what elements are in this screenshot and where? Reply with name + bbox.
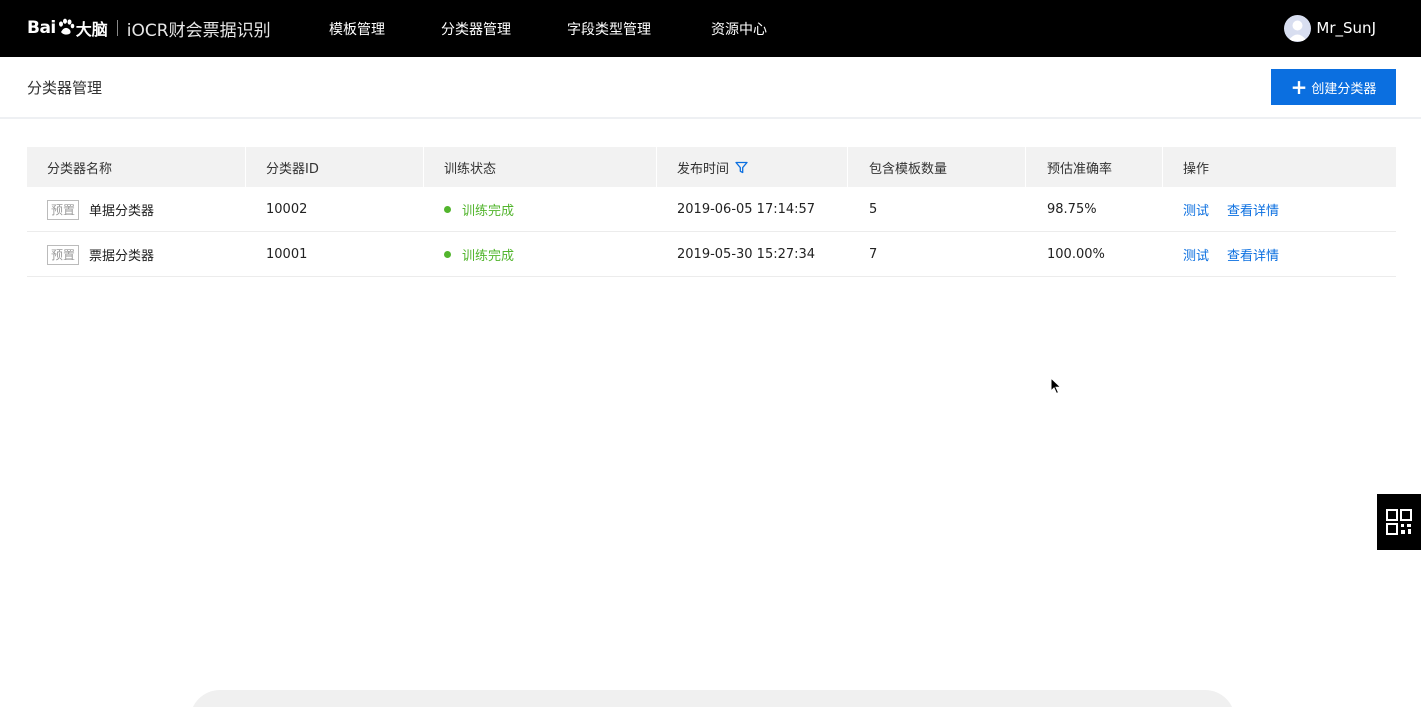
top-navbar: Bai 大脑 iOCR财会票据识别 模板管理 分类器管理 字段类型管理 资源中心…: [0, 0, 1421, 57]
cell-template-count: 5: [869, 202, 878, 217]
cell-status: 训练完成: [444, 232, 514, 277]
qr-code-icon: [1386, 509, 1412, 535]
bottom-panel: [190, 690, 1235, 707]
plus-icon: +: [1290, 75, 1308, 99]
create-classifier-button[interactable]: + 创建分类器: [1271, 69, 1396, 105]
nav-resource-center[interactable]: 资源中心: [711, 0, 767, 57]
cell-accuracy: 98.75%: [1047, 202, 1097, 217]
column-header-published-label: 发布时间: [677, 161, 730, 177]
page-header: 分类器管理 + 创建分类器: [0, 57, 1421, 119]
cell-status: 训练完成: [444, 187, 514, 232]
column-header-status: 训练状态: [444, 161, 497, 177]
column-divider: [656, 147, 657, 187]
cell-published: 2019-05-30 15:27:34: [677, 247, 816, 262]
preset-tag: 预置: [47, 199, 80, 220]
column-divider: [1025, 147, 1026, 187]
avatar: [1284, 14, 1312, 42]
classifier-name: 单据分类器: [89, 204, 155, 219]
status-text: 训练完成: [462, 249, 515, 264]
nav-template-management[interactable]: 模板管理: [329, 0, 385, 57]
cell-published: 2019-06-05 17:14:57: [677, 202, 816, 217]
user-name: Mr_SunJ: [1316, 19, 1376, 37]
column-header-actions: 操作: [1183, 161, 1210, 177]
column-header-id: 分类器ID: [266, 161, 319, 177]
page-title: 分类器管理: [27, 79, 103, 97]
status-dot-icon: [444, 251, 451, 258]
table-row: 预置 单据分类器 10002 训练完成 2019-06-05 17:14:57 …: [27, 187, 1396, 232]
classifier-name: 票据分类器: [89, 249, 155, 264]
cell-accuracy: 100.00%: [1047, 247, 1105, 262]
filter-icon[interactable]: [735, 161, 748, 174]
table-row: 预置 票据分类器 10001 训练完成 2019-05-30 15:27:34 …: [27, 232, 1396, 277]
column-divider: [423, 147, 424, 187]
user-menu[interactable]: Mr_SunJ: [1284, 13, 1376, 43]
table-header: 分类器名称 分类器ID 训练状态 发布时间 包含模板数量 预估准确率 操作: [27, 147, 1396, 187]
view-details-link[interactable]: 查看详情: [1227, 200, 1279, 219]
preset-tag: 预置: [47, 244, 80, 265]
baidu-brain-logo[interactable]: Bai 大脑 iOCR财会票据识别: [27, 10, 271, 46]
column-divider: [1162, 147, 1163, 187]
mouse-cursor-icon: [1050, 376, 1062, 399]
cell-name: 预置 单据分类器: [47, 187, 154, 232]
cell-actions: 测试 查看详情: [1183, 232, 1297, 277]
logo-divider: [116, 20, 118, 36]
classifier-table: 分类器名称 分类器ID 训练状态 发布时间 包含模板数量 预估准确率 操作 预置…: [27, 147, 1396, 277]
nav-field-type-management[interactable]: 字段类型管理: [567, 0, 651, 57]
column-divider: [847, 147, 848, 187]
product-name: iOCR财会票据识别: [126, 20, 271, 41]
status-dot-icon: [444, 206, 451, 213]
paw-icon: [57, 18, 75, 36]
cell-actions: 测试 查看详情: [1183, 187, 1297, 232]
column-header-accuracy: 预估准确率: [1047, 161, 1113, 177]
logo-bai-text: Bai: [27, 18, 56, 38]
cell-id: 10001: [266, 247, 308, 262]
column-header-name: 分类器名称: [47, 161, 113, 177]
logo-brain-text: 大脑: [75, 20, 108, 39]
column-header-published: 发布时间: [677, 147, 748, 187]
user-icon: [1288, 20, 1308, 41]
cell-id: 10002: [266, 202, 308, 217]
column-divider: [245, 147, 246, 187]
test-link[interactable]: 测试: [1183, 245, 1209, 264]
column-header-template-count: 包含模板数量: [869, 161, 948, 177]
cell-name: 预置 票据分类器: [47, 232, 154, 277]
nav-classifier-management[interactable]: 分类器管理: [441, 0, 511, 57]
cell-template-count: 7: [869, 247, 878, 262]
status-text: 训练完成: [462, 204, 515, 219]
view-details-link[interactable]: 查看详情: [1227, 245, 1279, 264]
create-classifier-label: 创建分类器: [1311, 81, 1377, 97]
qr-code-button[interactable]: [1377, 494, 1421, 550]
test-link[interactable]: 测试: [1183, 200, 1209, 219]
